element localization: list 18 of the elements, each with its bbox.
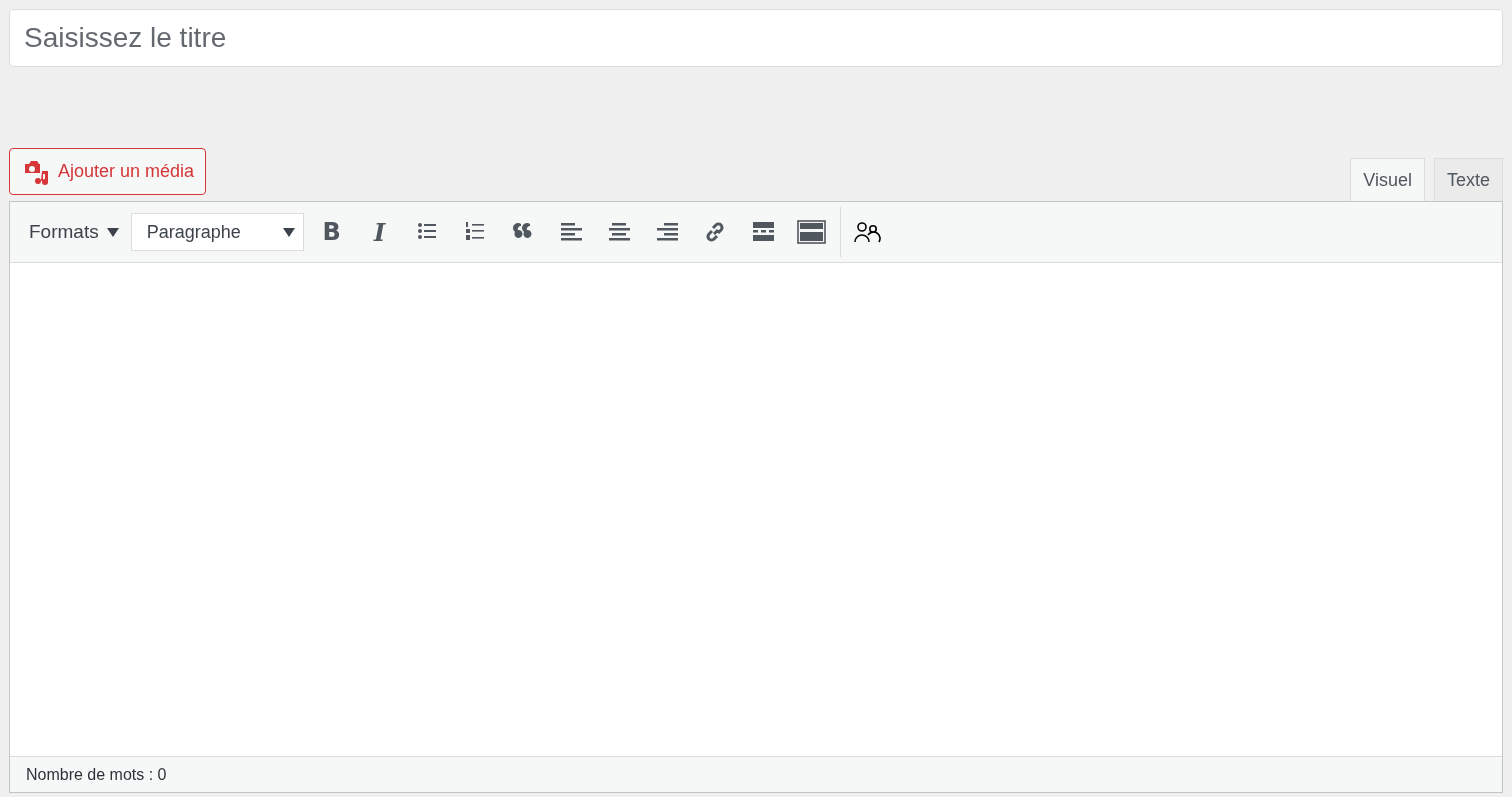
paragraph-select[interactable]: Paragraphe (130, 213, 304, 251)
editor-tab[interactable]: Texte (1433, 158, 1503, 201)
bold-button[interactable]: B (313, 214, 350, 250)
people-icon[interactable] (852, 220, 881, 244)
align-right-icon[interactable] (656, 220, 680, 244)
toolbar-toggle-icon[interactable] (797, 220, 827, 244)
camera-music-icon (23, 158, 50, 185)
align-left-icon[interactable] (560, 220, 584, 244)
caret-icon (106, 227, 119, 237)
word-count: Nombre de mots : 0 (26, 765, 167, 784)
formats-menu[interactable]: Formats (21, 213, 127, 251)
editor-tab[interactable]: Visuel (1350, 158, 1425, 202)
add-media-button[interactable]: Ajouter un média (9, 148, 207, 195)
read-more-icon[interactable] (752, 220, 776, 244)
italic-button[interactable]: I (361, 214, 398, 250)
align-center-icon[interactable] (608, 220, 632, 244)
caret-icon (282, 227, 295, 237)
title-field[interactable]: Saisissez le titre (9, 9, 1503, 67)
